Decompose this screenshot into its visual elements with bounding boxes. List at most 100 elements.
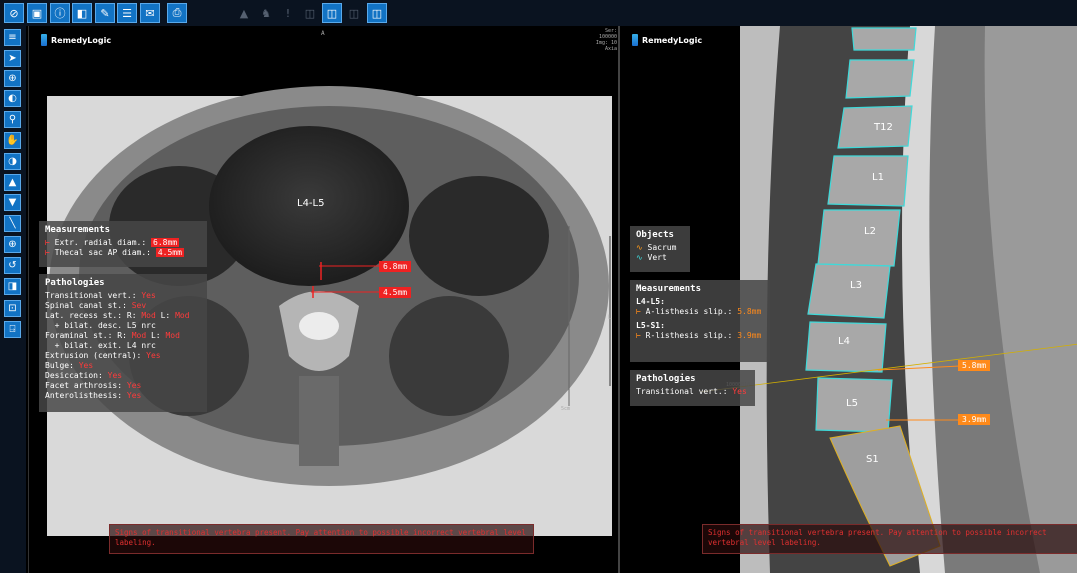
pathology-row: Bulge: Yes [45,361,201,371]
vertebra-label-s1: S1 [866,454,879,465]
pathology-label: Transitional vert.: [636,387,728,396]
bookmark-add-icon[interactable]: ◫ [322,3,342,23]
bookmark-icon[interactable]: ◫ [367,3,387,23]
sagittal-viewport[interactable]: RemedyLogic T12 L1 L2 L3 L4 L5 S1 5.8mm … [618,26,1077,573]
pen-icon[interactable]: ✎ [95,3,115,23]
patient-icon[interactable]: ▣ [27,3,47,23]
measurement-row: ⊢ R-listhesis slip.: 3.9mm [636,331,764,341]
left-tool-sidebar: ≡ ➤ ⊕ ◐ ⚲ ✋ ◑ ▲ ▼ ╲ ⊕ ↺ ◨ ⊡ ⍈ [0,26,26,573]
pathology-value: Yes [146,351,161,360]
magnify-icon[interactable]: ⚲ [4,111,21,128]
pathology-label: Foraminal st.: R: [45,331,127,340]
contrast-icon[interactable]: ◑ [4,153,21,170]
measurement-label: Extr. radial diam.: [54,238,147,247]
capture-icon[interactable]: ⊡ [4,300,21,317]
pathology-row: Transitional vert.: Yes [45,291,201,301]
pathology-label: Lat. recess st.: R: [45,311,137,320]
measurement-tag[interactable]: 5.8mm [958,360,991,371]
display-icon[interactable]: ◧ [72,3,92,23]
pathology-row: Desiccation: Yes [45,371,201,381]
invert-icon[interactable]: ◨ [4,278,21,295]
measurement-row: ⊢ A-listhesis slip.: 5.8mm [636,307,764,317]
axial-viewport[interactable]: RemedyLogic A L Ser: 100000 Img: 10 Axia… [28,26,617,573]
pathologies-title: Pathologies [636,374,696,384]
person-alert-icon[interactable]: ♞ [256,3,276,23]
pathology-row: Lat. recess st.: R: Mod L: Mod [45,311,201,321]
window-level-icon[interactable]: ◐ [4,90,21,107]
pathology-label: Bulge: [45,361,74,370]
pathology-value: Yes [126,391,142,400]
pathology-value: Yes [141,291,156,300]
rotate-icon[interactable]: ↺ [4,257,21,274]
vertebra-level-label: L4-L5 [297,198,325,209]
measurement-label: R-listhesis slip.: [645,331,733,340]
pathologies-panel: Pathologies Transitional vert.: Yes Spin… [39,274,207,412]
object-row[interactable]: ∿ Vert [636,253,684,263]
object-label: Vert [647,253,667,262]
series-info: Ser: 100000 Img: 10 Axia [585,28,617,52]
print-icon[interactable]: ⎙ [167,3,187,23]
pathology-value: Yes [126,381,142,390]
measurement-tag[interactable]: 6.8mm [379,261,412,272]
arrow-down-icon[interactable]: ▼ [4,194,21,211]
pathology-row: Spinal canal st.: Sev [45,301,201,311]
pathology-row: Anterolisthesis: Yes [45,391,201,401]
pathology-row: Foraminal st.: R: Mod L: Mod [45,331,201,341]
arrow-up-icon[interactable]: ▲ [4,174,21,191]
object-row[interactable]: ∿ Sacrum [636,243,684,253]
layers-icon[interactable]: ≡ [4,29,21,46]
ruler-icon[interactable]: ╲ [4,215,21,232]
vertebra-label-t12: T12 [874,122,893,133]
vertebra-label-l3: L3 [850,280,862,291]
export-icon[interactable]: ⍈ [4,321,21,338]
measurement-tag[interactable]: 3.9mm [958,414,991,425]
pathology-label: Anterolisthesis: [45,391,123,400]
remedylogic-logo: RemedyLogic [41,34,111,46]
bookmark-check-icon[interactable]: ◫ [344,3,364,23]
pathology-value: Mod [141,311,156,320]
ruler-icon: ⊢ [636,307,641,316]
pathology-note: + bilat. exit. L4 nrc [45,341,156,350]
pathology-label: Extrusion (central): [45,351,142,360]
measurement-value: 5.8mm [737,307,762,316]
level-label: L4-L5: [636,297,665,306]
exclamation-icon[interactable]: ! [278,3,298,23]
pathology-value: Sev [131,301,147,310]
measurements-panel: Measurements ⊢ Extr. radial diam.: 6.8mm… [39,221,207,267]
pathology-label: Spinal canal st.: [45,301,127,310]
orientation-right-label: L [608,314,612,321]
measurement-label: A-listhesis slip.: [645,307,733,316]
top-toolbar: ⊘ ▣ ⓘ ◧ ✎ ☰ ✉ ⎙ ▲ ♞ ! ◫ ◫ ◫ ◫ [0,0,1077,26]
vertebra-label-l2: L2 [864,226,876,237]
pathology-value: Mod [165,331,180,340]
pathology-row: Transitional vert.: Yes [636,387,749,397]
pan-icon[interactable]: ✋ [4,132,21,149]
bell-icon[interactable]: ▲ [234,3,254,23]
reset-icon[interactable]: ⊘ [4,3,24,23]
crosshair-icon[interactable]: ⊕ [4,236,21,253]
measurement-value: 4.5mm [155,248,184,257]
pathology-row: Facet arthrosis: Yes [45,381,201,391]
measurements-title: Measurements [45,225,111,235]
report-icon[interactable]: ☰ [117,3,137,23]
pathology-value: Yes [107,371,123,380]
ruler-icon: ⊢ [45,248,50,257]
pathology-value: Yes [732,387,747,396]
measurement-tag[interactable]: 4.5mm [379,287,412,298]
pathology-label: L: [155,311,171,320]
zoom-icon[interactable]: ⊕ [4,70,21,87]
info-icon[interactable]: ⓘ [50,3,70,23]
mail-icon[interactable]: ✉ [140,3,160,23]
logo-mark-icon [41,34,47,46]
measurement-value: 3.9mm [737,331,762,340]
remedylogic-logo: RemedyLogic [632,34,702,46]
objects-panel: Objects ∿ Sacrum ∿ Vert [630,226,690,272]
pathology-label: Desiccation: [45,371,103,380]
logo-mark-icon [632,34,638,46]
pointer-icon[interactable]: ➤ [4,50,21,67]
tag-icon[interactable]: ◫ [300,3,320,23]
transitional-warning: Signs of transitional vertebra present. … [702,524,1077,554]
plane-label: Axia [604,46,617,52]
pathology-label: Facet arthrosis: [45,381,123,390]
pathologies-title: Pathologies [45,278,105,288]
